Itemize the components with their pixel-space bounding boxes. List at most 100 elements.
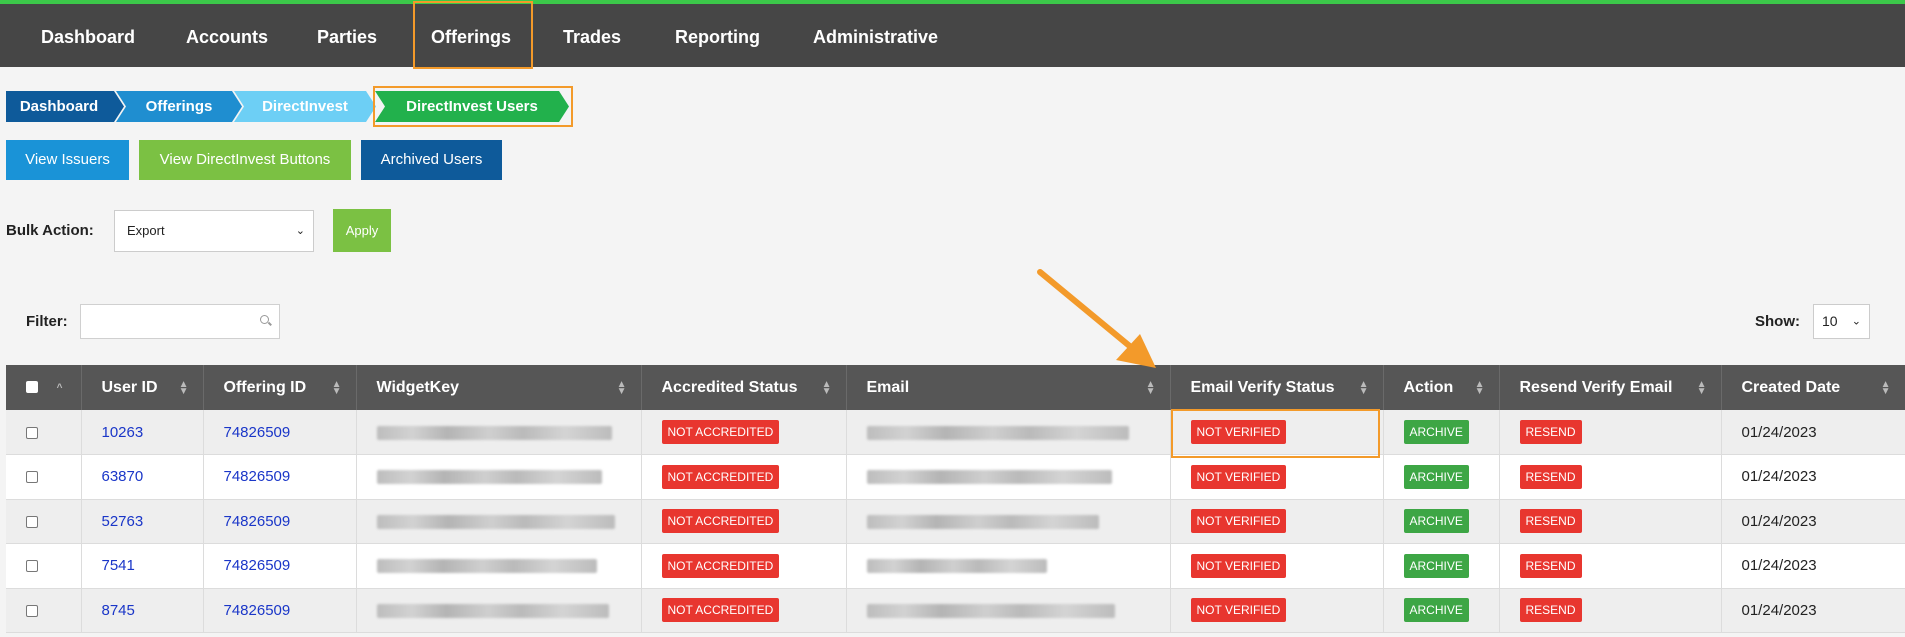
user-id-link[interactable]: 8745: [102, 602, 135, 619]
offering-id-link[interactable]: 74826509: [224, 424, 291, 441]
archive-button[interactable]: ARCHIVE: [1403, 598, 1469, 623]
table-row: 8745 74826509 NOT ACCREDITED NOT VERIFIE…: [6, 588, 1905, 633]
breadcrumb-directinvest[interactable]: DirectInvest: [234, 91, 376, 122]
archive-button[interactable]: ARCHIVE: [1403, 464, 1469, 489]
email-verify-status-badge: NOT VERIFIED: [1190, 509, 1287, 534]
sort-icon: ▲ ▼: [1474, 378, 1485, 397]
row-checkbox[interactable]: [26, 560, 38, 573]
offering-id-link[interactable]: 74826509: [224, 468, 291, 485]
redacted-email: [866, 514, 1099, 529]
user-id-link[interactable]: 52763: [102, 513, 144, 530]
resend-button[interactable]: RESEND: [1519, 553, 1582, 578]
created-date: 01/24/2023: [1721, 454, 1905, 500]
redacted-widgetkey: [376, 425, 612, 440]
breadcrumb-directinvest-label: DirectInvest: [262, 98, 348, 115]
accredited-status-badge: NOT ACCREDITED: [661, 553, 780, 578]
table-row: 10263 74826509 NOT ACCREDITED NOT VERIFI…: [6, 410, 1905, 455]
table-header-row: ^ User ID ▲ ▼ Offering ID ▲ ▼ WidgetKey ▲ ▼ Ac…: [6, 365, 1905, 410]
sort-icon: ▲ ▼: [1880, 378, 1891, 397]
nav-reporting[interactable]: Reporting: [675, 8, 760, 67]
redacted-email: [866, 470, 1112, 485]
col-accredited-status-label: Accredited Status: [661, 378, 798, 396]
user-id-link[interactable]: 10263: [102, 424, 144, 441]
accredited-status-badge: NOT ACCREDITED: [661, 464, 780, 489]
redacted-email: [866, 425, 1129, 440]
select-all-header[interactable]: ^: [6, 365, 82, 410]
archived-users-button[interactable]: Archived Users: [361, 140, 502, 180]
annotation-arrow-icon: [1037, 269, 1156, 368]
col-created-date[interactable]: Created Date ▲ ▼: [1721, 365, 1905, 410]
col-user-id-label: User ID: [101, 378, 158, 396]
row-checkbox[interactable]: [26, 426, 38, 439]
chevron-down-icon: ⌄: [295, 225, 305, 237]
nav-accounts[interactable]: Accounts: [186, 8, 268, 67]
offering-id-link[interactable]: 74826509: [224, 513, 291, 530]
col-widgetkey[interactable]: WidgetKey ▲ ▼: [356, 365, 642, 410]
select-all-checkbox[interactable]: [26, 381, 38, 394]
offering-id-link[interactable]: 74826509: [224, 602, 291, 619]
breadcrumb-dashboard[interactable]: Dashboard: [6, 91, 124, 122]
archive-button[interactable]: ARCHIVE: [1403, 420, 1469, 444]
bulk-action-value: Export: [127, 223, 165, 238]
nav-administrative[interactable]: Administrative: [813, 8, 938, 67]
nav-trades[interactable]: Trades: [563, 8, 621, 67]
created-date: 01/24/2023: [1721, 588, 1905, 633]
redacted-email: [866, 603, 1115, 618]
sort-icon: ▲ ▼: [821, 378, 832, 397]
highlight-offerings-nav: [413, 1, 533, 69]
apply-button[interactable]: Apply: [333, 209, 391, 252]
email-verify-status-badge: NOT VERIFIED: [1190, 464, 1287, 489]
row-checkbox[interactable]: [26, 515, 38, 528]
highlight-verify-status-cell: [1171, 409, 1380, 458]
accredited-status-badge: NOT ACCREDITED: [661, 420, 780, 444]
archive-button[interactable]: ARCHIVE: [1403, 553, 1469, 578]
user-id-link[interactable]: 7541: [102, 557, 135, 574]
col-action-label: Action: [1403, 378, 1454, 396]
redacted-email: [866, 559, 1047, 574]
highlight-breadcrumb: [373, 86, 573, 127]
top-nav-bar: Dashboard Accounts Parties Offerings Tra…: [0, 0, 1905, 67]
redacted-widgetkey: [376, 514, 615, 529]
col-accredited-status[interactable]: Accredited Status ▲ ▼: [641, 365, 847, 410]
nav-dashboard[interactable]: Dashboard: [41, 8, 135, 67]
created-date: 01/24/2023: [1721, 410, 1905, 455]
accredited-status-badge: NOT ACCREDITED: [661, 598, 780, 623]
email-verify-status-badge: NOT VERIFIED: [1190, 553, 1287, 578]
nav-parties[interactable]: Parties: [317, 8, 377, 67]
sort-icon: ▲ ▼: [331, 378, 342, 397]
page-size-select[interactable]: 10 ⌄: [1813, 304, 1870, 339]
filter-input[interactable]: [80, 304, 280, 339]
created-date: 01/24/2023: [1721, 499, 1905, 544]
breadcrumb-dashboard-label: Dashboard: [19, 98, 99, 115]
view-issuers-button[interactable]: View Issuers: [6, 140, 129, 180]
breadcrumb-offerings-label: Offerings: [145, 98, 213, 115]
bulk-action-select[interactable]: Export ⌄: [114, 210, 314, 252]
col-resend-verify-email-label: Resend Verify Email: [1519, 378, 1673, 396]
user-id-link[interactable]: 63870: [102, 468, 144, 485]
resend-button[interactable]: RESEND: [1519, 598, 1582, 623]
search-icon: [260, 315, 269, 324]
resend-button[interactable]: RESEND: [1519, 464, 1582, 489]
table-row: 52763 74826509 NOT ACCREDITED NOT VERIFI…: [6, 499, 1905, 544]
breadcrumb-offerings[interactable]: Offerings: [116, 91, 242, 122]
chevron-down-icon: ⌄: [1851, 315, 1861, 327]
page-size-value: 10: [1822, 313, 1838, 329]
table-row: 63870 74826509 NOT ACCREDITED NOT VERIFI…: [6, 454, 1905, 500]
offering-id-link[interactable]: 74826509: [224, 557, 291, 574]
view-directinvest-buttons-button[interactable]: View DirectInvest Buttons: [139, 140, 351, 180]
col-offering-id-label: Offering ID: [223, 378, 307, 396]
col-email-verify-status[interactable]: Email Verify Status ▲ ▼: [1170, 365, 1384, 410]
row-checkbox[interactable]: [26, 604, 38, 617]
col-user-id[interactable]: User ID ▲ ▼: [81, 365, 204, 410]
row-checkbox[interactable]: [26, 471, 38, 484]
created-date: 01/24/2023: [1721, 543, 1905, 589]
show-label: Show:: [1755, 313, 1800, 330]
resend-button[interactable]: RESEND: [1519, 509, 1582, 534]
col-action[interactable]: Action ▲ ▼: [1383, 365, 1500, 410]
archive-button[interactable]: ARCHIVE: [1403, 509, 1469, 534]
col-resend-verify-email[interactable]: Resend Verify Email ▲ ▼: [1499, 365, 1722, 410]
users-table: ^ User ID ▲ ▼ Offering ID ▲ ▼ WidgetKey ▲ ▼ Ac…: [6, 365, 1905, 633]
col-offering-id[interactable]: Offering ID ▲ ▼: [203, 365, 357, 410]
bulk-action-label: Bulk Action:: [6, 222, 94, 239]
resend-button[interactable]: RESEND: [1519, 420, 1582, 444]
